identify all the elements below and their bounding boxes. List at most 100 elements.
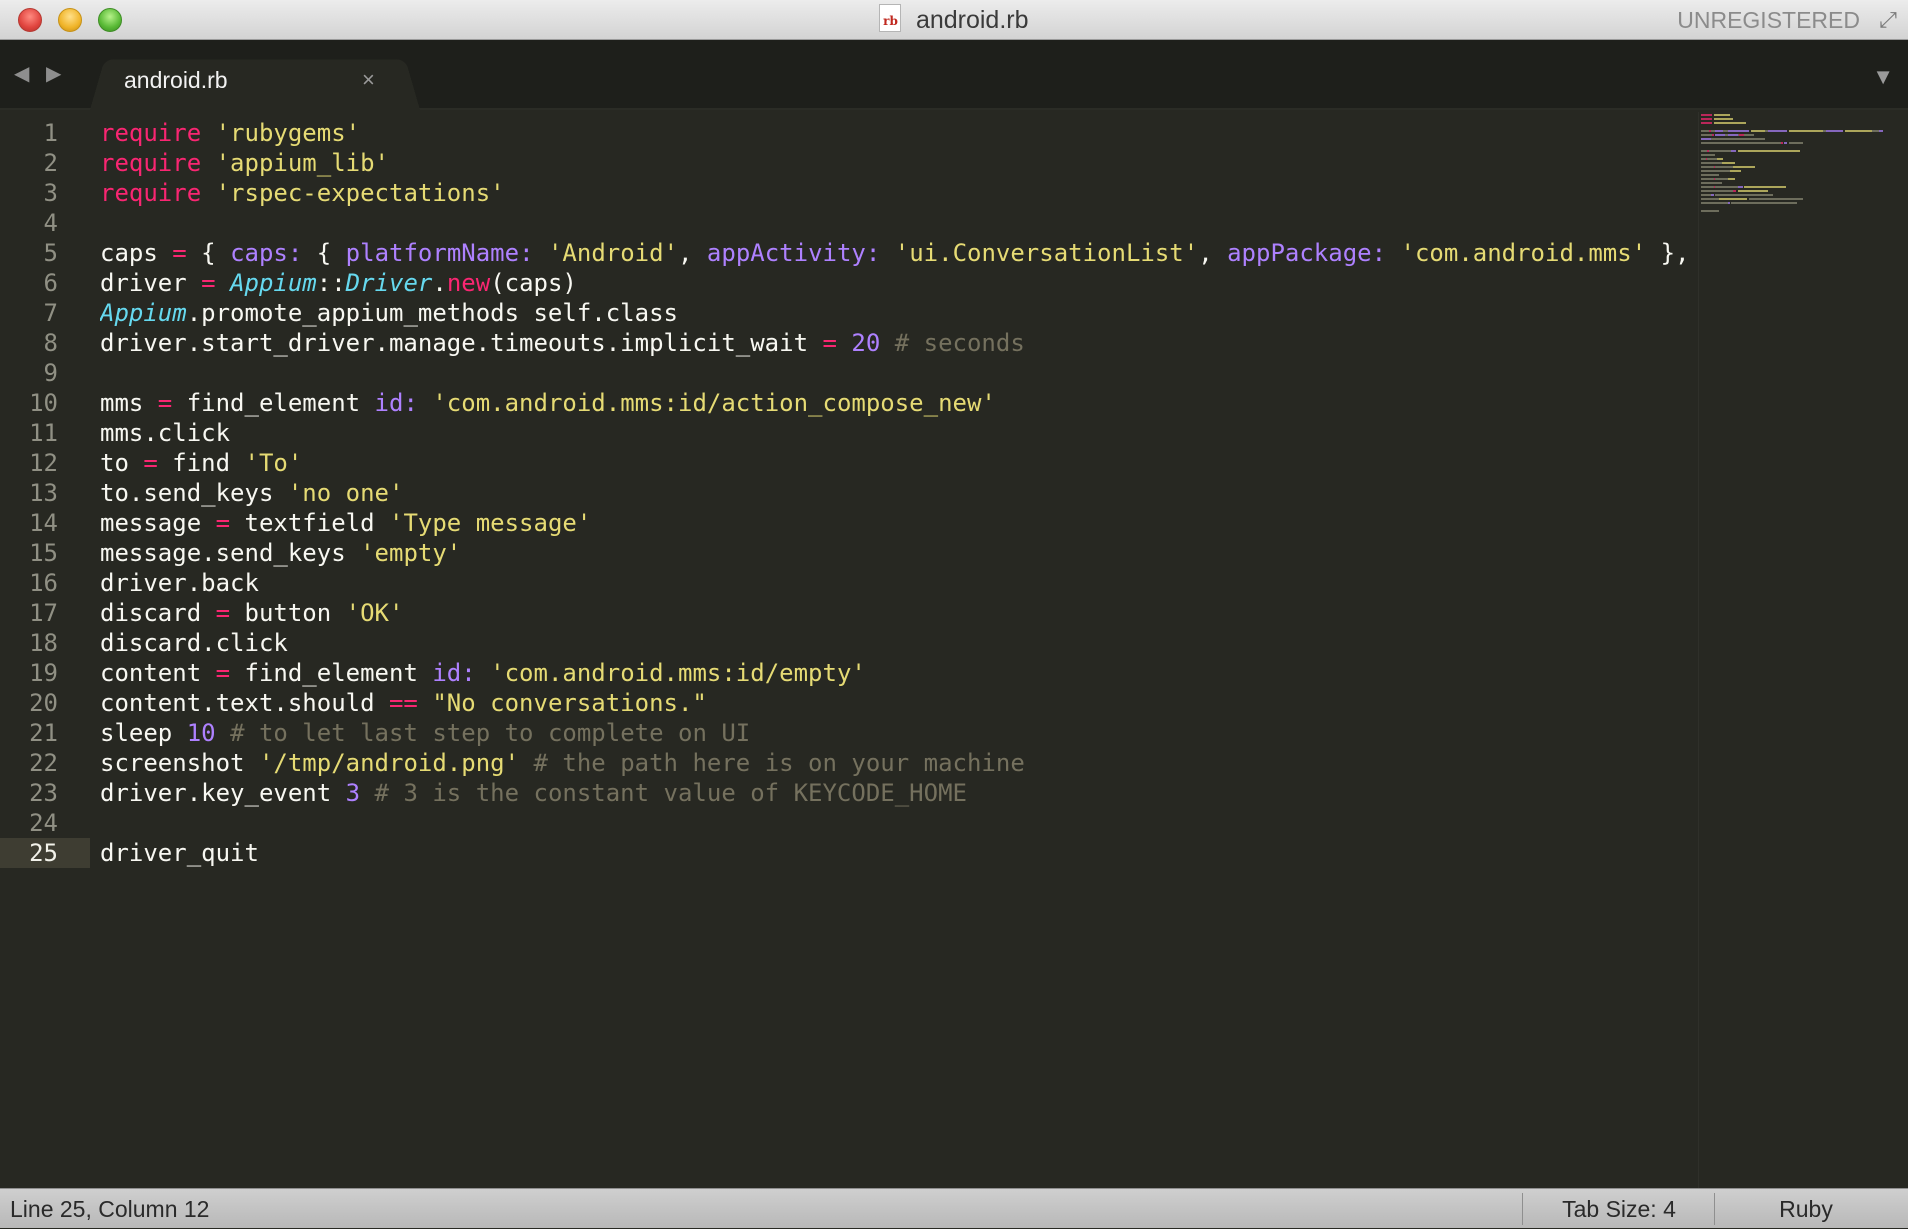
code-line[interactable]: driver_quit xyxy=(100,838,259,868)
code-token: 'no one' xyxy=(287,479,404,507)
minimap-stroke xyxy=(1701,202,1729,204)
tab-size-selector[interactable]: Tab Size: 4 xyxy=(1524,1189,1714,1229)
minimap-stroke xyxy=(1701,194,1711,196)
code-token: = xyxy=(201,269,216,297)
minimap-stroke xyxy=(1825,130,1844,132)
code-token: require xyxy=(100,179,202,207)
code-line[interactable]: content = find_element id: 'com.android.… xyxy=(100,658,866,688)
code-token: .promote_appium_methods self.class xyxy=(186,299,678,327)
fullscreen-icon[interactable]: ⤢ xyxy=(1874,6,1902,34)
code-token: id: xyxy=(374,389,418,417)
line-number: 2 xyxy=(43,149,58,177)
code-line[interactable]: to = find 'To' xyxy=(100,448,302,478)
code-line[interactable]: mms = find_element id: 'com.android.mms:… xyxy=(100,388,996,418)
code-token: screenshot xyxy=(100,749,259,777)
minimap-stroke xyxy=(1737,190,1769,192)
code-token: content xyxy=(100,659,216,687)
code-line[interactable]: to.send_keys 'no one' xyxy=(100,478,403,508)
code-token: 'Android' xyxy=(547,239,679,267)
minimap-stroke xyxy=(1737,150,1801,152)
code-line[interactable]: screenshot '/tmp/android.png' # the path… xyxy=(100,748,1025,778)
minimap-stroke xyxy=(1749,198,1804,200)
file-icon-label: rb xyxy=(883,14,898,28)
minimap-stroke xyxy=(1737,186,1743,188)
code-token: # seconds xyxy=(894,329,1025,357)
minimap-stroke xyxy=(1750,130,1765,132)
code-line[interactable]: driver.start_driver.manage.timeouts.impl… xyxy=(100,328,1025,358)
line-number: 10 xyxy=(29,389,58,417)
window-title: android.rb xyxy=(915,6,1029,34)
code-line[interactable]: driver.back xyxy=(100,568,259,598)
code-token: id: xyxy=(432,659,476,687)
code-line[interactable]: message.send_keys 'empty' xyxy=(100,538,461,568)
code-token: driver.back xyxy=(100,569,259,597)
minimap-stroke xyxy=(1710,194,1714,196)
minimap-stroke xyxy=(1718,198,1748,200)
code-line[interactable]: driver = Appium::Driver.new(caps) xyxy=(100,268,577,298)
code-token: 10 xyxy=(186,719,216,747)
code-text-area[interactable]: require 'rubygems' require 'appium_lib' re… xyxy=(100,112,1690,1188)
forward-arrow-icon[interactable]: ▶ xyxy=(46,62,61,86)
code-line[interactable]: require 'rubygems' xyxy=(100,118,360,148)
code-token: # 3 is the constant value of KEYCODE_HOM… xyxy=(374,779,967,807)
code-line[interactable]: caps = { caps: { platformName: 'Android'… xyxy=(100,238,1690,268)
line-number: 5 xyxy=(43,239,58,267)
code-token: require xyxy=(100,119,202,147)
code-token: platformName: xyxy=(345,239,534,267)
code-line[interactable]: require 'rspec-expectations' xyxy=(100,178,505,208)
code-line[interactable]: content.text.should == "No conversations… xyxy=(100,688,707,718)
syntax-selector[interactable]: Ruby xyxy=(1716,1189,1896,1229)
line-number: 17 xyxy=(29,599,58,627)
code-token: mms.click xyxy=(100,419,231,447)
code-token: , xyxy=(1198,239,1228,267)
line-number-gutter: 1 2 3 4 5 6 7 8 9 10 11 12 13 14 15 16 17 18 19 20 21 22 23 24 2… xyxy=(0,112,90,1188)
tab-label[interactable]: android.rb xyxy=(124,60,228,100)
minimap[interactable] xyxy=(1698,112,1908,1188)
minimap-stroke xyxy=(1878,130,1884,132)
code-editor[interactable]: 1 2 3 4 5 6 7 8 9 10 11 12 13 14 15 16 17 18 19 20 21 22 23 24 2… xyxy=(0,112,1908,1188)
code-token: 'rspec-expectations' xyxy=(215,179,505,207)
code-line[interactable]: Appium.promote_appium_methods self.class xyxy=(100,298,678,328)
code-token: = xyxy=(822,329,837,357)
minimap-stroke xyxy=(1701,170,1730,172)
tab-close-icon[interactable]: × xyxy=(362,60,375,100)
minimap-stroke xyxy=(1701,174,1719,176)
code-token: content.text.should xyxy=(100,689,389,717)
code-token: 3 xyxy=(345,779,361,807)
minimap-stroke xyxy=(1701,154,1716,156)
minimap-stroke xyxy=(1701,138,1711,140)
minimap-stroke xyxy=(1744,186,1786,188)
status-bar: Line 25, Column 12 Tab Size: 4 Ruby xyxy=(0,1188,1908,1228)
code-line[interactable]: require 'appium_lib' xyxy=(100,148,389,178)
code-token: { xyxy=(186,239,231,267)
line-number: 1 xyxy=(43,119,58,147)
code-line[interactable]: message = textfield 'Type message' xyxy=(100,508,591,538)
code-token: 'empty' xyxy=(360,539,462,567)
minimap-stroke xyxy=(1731,202,1797,204)
code-line[interactable]: mms.click xyxy=(100,418,230,448)
code-token: to.send_keys xyxy=(100,479,288,507)
code-token: appPackage: xyxy=(1227,239,1387,267)
code-line[interactable]: driver.key_event 3 # 3 is the constant v… xyxy=(100,778,967,808)
tab-list-dropdown-icon[interactable]: ▼ xyxy=(1872,62,1894,92)
code-token: = xyxy=(172,239,187,267)
code-line[interactable]: discard = button 'OK' xyxy=(100,598,403,628)
back-arrow-icon[interactable]: ◀ xyxy=(14,62,29,86)
line-number: 14 xyxy=(29,509,58,537)
code-token: discard xyxy=(100,599,216,627)
code-line[interactable]: discard.click xyxy=(100,628,288,658)
code-token: find xyxy=(157,449,245,477)
code-token: to xyxy=(100,449,144,477)
code-token: , xyxy=(678,239,707,267)
code-line[interactable]: sleep 10 # to let last step to complete … xyxy=(100,718,750,748)
minimap-stroke xyxy=(1701,118,1713,120)
minimap-stroke xyxy=(1712,134,1714,136)
minimap-stroke xyxy=(1701,122,1713,124)
